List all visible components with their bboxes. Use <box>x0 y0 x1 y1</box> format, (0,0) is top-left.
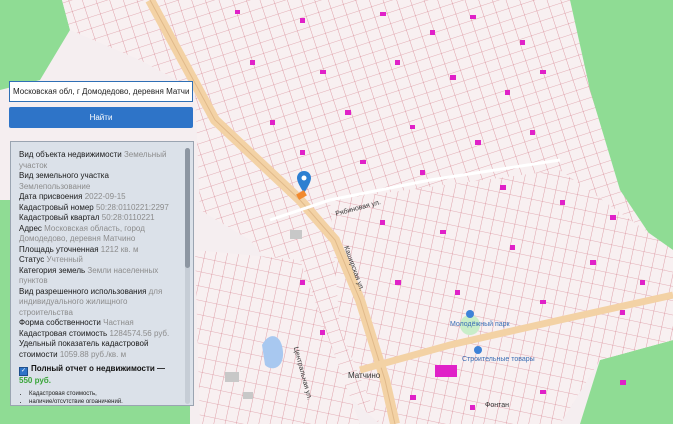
detail-label: Адрес <box>19 223 42 233</box>
detail-value: Учтенный <box>46 255 83 264</box>
detail-row: Кадастровый квартал 50:28:0110221 <box>19 213 179 224</box>
detail-value: Частная <box>103 318 134 327</box>
panel-scrollbar-thumb[interactable] <box>185 148 190 268</box>
address-search-input[interactable] <box>9 81 193 102</box>
detail-row: Статус Учтенный <box>19 255 179 266</box>
store-poi-icon <box>474 346 482 354</box>
detail-label: Кадастровая стоимость <box>19 328 108 338</box>
pond <box>262 336 284 369</box>
report-price: 550 руб. <box>19 376 51 385</box>
report-item: Кадастровая стоимость, <box>29 390 179 398</box>
detail-value: Землепользование <box>19 181 91 191</box>
place-label: Фонтан <box>485 402 509 409</box>
detail-label: Категория земель <box>19 265 86 275</box>
detail-value: 50:28:0110221 <box>101 213 155 222</box>
detail-row: Площадь уточненная 1212 кв. м <box>19 245 179 256</box>
detail-row: Кадастровый номер 50:28:0110221:2297 <box>19 203 179 214</box>
detail-row: Дата присвоения 2022-09-15 <box>19 192 179 203</box>
report-checkbox[interactable]: ✓ <box>19 367 28 376</box>
store-label: Строительные товары <box>462 356 535 363</box>
search-button[interactable]: Найти <box>9 107 193 128</box>
detail-row: Категория земель Земли населенных пункто… <box>19 266 179 287</box>
detail-value: 50:28:0110221:2297 <box>95 202 169 212</box>
report-title: Полный отчет о недвижимости — <box>31 364 166 373</box>
detail-row: Адрес Московская область, город Домодедо… <box>19 224 179 245</box>
detail-label: Вид разрешенного использования <box>19 286 147 296</box>
detail-row: Кадастровая стоимость 1284574.56 руб. <box>19 329 179 340</box>
park-label: Молодёжный парк <box>450 321 510 328</box>
detail-row: Форма собственности Частная <box>19 318 179 329</box>
property-info-panel: Вид объекта недвижимости Земельный участ… <box>10 141 194 406</box>
detail-row: Удельный показатель кадастровой стоимост… <box>19 339 179 360</box>
detail-label: Кадастровый квартал <box>19 213 100 222</box>
village-label: Матчино <box>348 371 381 380</box>
property-details: Вид объекта недвижимости Земельный участ… <box>19 150 179 403</box>
detail-row: Вид объекта недвижимости Земельный участ… <box>19 150 179 171</box>
detail-value: 1059.88 руб./кв. м <box>59 349 127 359</box>
detail-label: Дата присвоения <box>19 192 83 201</box>
detail-row: Вид разрешенного использования для индив… <box>19 287 179 319</box>
full-report-block[interactable]: ✓ Полный отчет о недвижимости — 550 руб. … <box>19 364 179 403</box>
detail-value: 1284574.56 руб. <box>109 328 170 338</box>
detail-label: Вид земельного участка <box>19 171 109 180</box>
report-items-list: Кадастровая стоимость,наличие/отсутствие… <box>19 390 179 404</box>
detail-value: 2022-09-15 <box>84 192 126 201</box>
detail-row: Вид земельного участка Землепользование <box>19 171 179 192</box>
park-poi-icon <box>466 310 474 318</box>
detail-value: 1212 кв. м <box>100 244 139 254</box>
detail-label: Статус <box>19 255 45 264</box>
panel-scrollbar[interactable] <box>185 148 190 404</box>
report-item: наличие/отсутствие ограничений, <box>29 398 179 404</box>
detail-label: Форма собственности <box>19 318 101 327</box>
detail-label: Вид объекта недвижимости <box>19 150 122 159</box>
detail-label: Кадастровый номер <box>19 202 94 212</box>
detail-label: Площадь уточненная <box>19 244 99 254</box>
